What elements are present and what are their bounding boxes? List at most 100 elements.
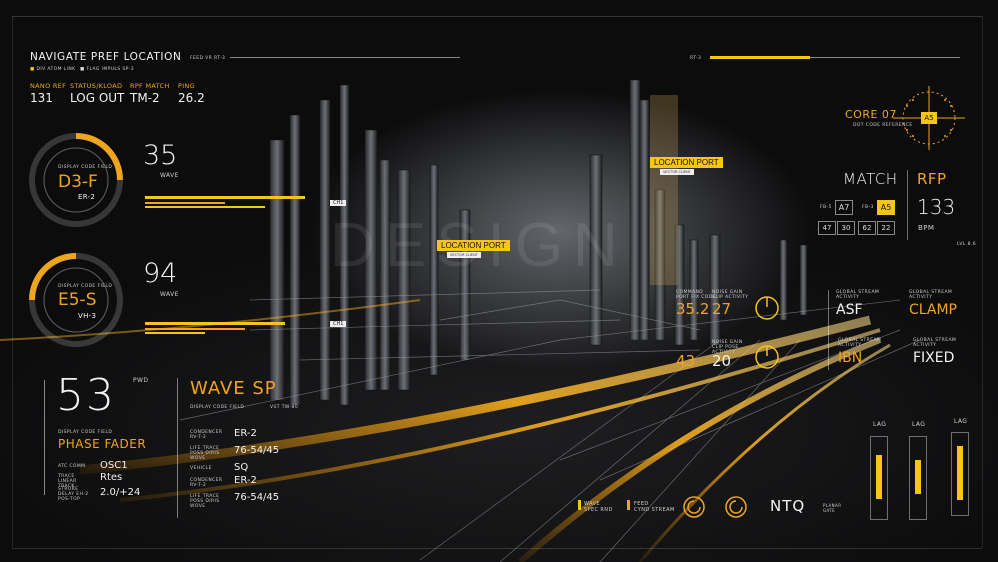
location-port-sub: VECTOR CLIENT: [447, 252, 481, 258]
match-grid-cell[interactable]: 47: [818, 221, 836, 235]
wave-sp-title: WAVE SP: [190, 378, 277, 399]
frame-right: [982, 16, 983, 548]
feed-marker: [627, 500, 630, 510]
core-label: CORE 07: [845, 108, 897, 121]
wave-key: CONDENCER RV-T-2: [190, 478, 223, 488]
gauge1-bar: [145, 196, 305, 199]
phase-field: DISPLAY CODE FIELD: [58, 430, 113, 435]
match-grid-cell[interactable]: 62: [858, 221, 876, 235]
match-label: MATCH: [843, 170, 898, 188]
stat-value: 26.2: [178, 91, 205, 105]
phase-val: OSC1: [100, 460, 128, 471]
dial-icon[interactable]: [752, 342, 782, 372]
stat-label: NANO REF: [30, 82, 67, 90]
wave-val: 76-54/45: [234, 445, 280, 456]
mid-value: 20: [712, 352, 732, 370]
frame-bottom: [12, 548, 982, 549]
match-grid-cell[interactable]: 30: [837, 221, 855, 235]
power-dial-icon[interactable]: [682, 495, 706, 519]
rt-label: RT-3: [690, 56, 702, 61]
footer-feed-sub: CYND STREAM: [634, 507, 675, 513]
footer-wave-sub: SPEC RND: [584, 507, 613, 513]
lag-label: LAG: [954, 418, 968, 425]
streams-divider: [828, 290, 829, 370]
mid-value: 43: [676, 352, 696, 370]
match-hint: LVL 8.6: [957, 242, 976, 247]
mid-label: NOISE GAIN CLIP ACTIVITY: [712, 290, 749, 300]
wave-val: 76-54/45: [234, 492, 280, 503]
phase-key: STROKE DELAY EH-2 POS-TOP: [58, 487, 89, 502]
lag-meter[interactable]: [870, 436, 888, 520]
wave-sp-vst: VST TW-80: [270, 405, 299, 410]
core-tag[interactable]: A5: [921, 112, 937, 124]
phase-title: PHASE FADER: [58, 437, 147, 451]
header-sub-2: ■ FLAG IMPULS SP-3: [80, 67, 134, 72]
phase-val: Rtes: [100, 472, 123, 483]
gauge2-bar: [145, 322, 285, 325]
gauge2-field: DISPLAY CODE FIELD: [58, 284, 113, 289]
wave-divider: [177, 378, 178, 518]
mid-label: COMMAND PORT FIX CODE: [676, 290, 716, 300]
ntq-label: NTQ: [770, 497, 806, 515]
ch-tag: CH1: [330, 200, 347, 206]
phase-value: 53: [56, 370, 116, 421]
stat-label: PING: [178, 82, 195, 90]
phase-key: ATC COMM: [58, 464, 86, 469]
bpm-value: 133: [917, 195, 956, 219]
fb-label: FB-3: [862, 205, 874, 210]
frame-left: [12, 16, 13, 548]
frame-top: [12, 16, 982, 17]
lag-level: [915, 460, 921, 494]
location-port-tag[interactable]: LOCATION PORT: [650, 157, 723, 168]
gauge1-code: D3-F: [58, 172, 98, 192]
stat-value: 131: [30, 91, 53, 105]
stream-value: CLAMP: [909, 302, 957, 318]
power-dial-icon[interactable]: [724, 495, 748, 519]
gauge2-value: 94: [143, 258, 178, 289]
header-sub-1: ■ DIV ATOM LINK: [30, 67, 76, 72]
stream-value: IBN: [838, 350, 863, 366]
wave-key: CONDENCER RV-T-2: [190, 430, 223, 440]
stat-value: TM-2: [130, 91, 160, 105]
gauge1-sub: ER-2: [78, 193, 96, 201]
wave-marker: [578, 500, 581, 510]
gauge1-bar-3: [145, 206, 265, 208]
stream-label: GLOBAL STREAM ACTIVITY: [838, 338, 882, 348]
stat-label: RPF MATCH: [130, 82, 170, 90]
match-grid-cell[interactable]: 22: [877, 221, 895, 235]
gauge1-unit: WAVE: [160, 172, 179, 179]
wave-val: ER-2: [234, 475, 257, 486]
stream-value: FIXED: [913, 350, 955, 366]
phase-unit: PWD: [133, 377, 149, 384]
gauge2-unit: WAVE: [160, 291, 179, 298]
wave-val: SQ: [234, 462, 249, 473]
dial-icon[interactable]: [752, 293, 782, 323]
stream-label: GLOBAL STREAM ACTIVITY: [913, 338, 957, 348]
wave-key: VEHICLE: [190, 466, 212, 471]
feed-line: [230, 57, 460, 58]
lag-meter[interactable]: [951, 432, 969, 516]
gauge2-sub: VH-3: [78, 312, 97, 320]
ghost-tower: [650, 95, 678, 285]
stream-label: GLOBAL STREAM ACTIVITY: [909, 290, 953, 300]
wave-key: LIFE TRACE POSS DIRIS WOVE: [190, 446, 220, 461]
lag-meter[interactable]: [909, 436, 927, 520]
location-port-tag[interactable]: LOCATION PORT: [437, 240, 510, 251]
rt-line: [810, 57, 960, 58]
gauge1-value: 35: [143, 140, 178, 171]
gauge1-bar-2: [145, 202, 225, 204]
match-box-a5[interactable]: A5: [877, 200, 895, 215]
match-box-a7[interactable]: A7: [835, 200, 853, 215]
bpm-unit: BPM: [918, 224, 935, 232]
ch-tag: CH1: [330, 321, 347, 327]
gauge2-code: E5-S: [58, 290, 97, 310]
stat-label: STATUS/KLOAD: [70, 82, 123, 90]
rfp-label: RFP: [917, 170, 947, 188]
mid-value: 35.2: [676, 300, 710, 318]
lag-level: [957, 445, 963, 501]
ntq-sub: PLANAR GATE: [823, 503, 842, 513]
stream-label: GLOBAL STREAM ACTIVITY: [836, 290, 880, 300]
gauge1-field: DISPLAY CODE FIELD: [58, 165, 113, 170]
match-divider: [907, 170, 908, 240]
stats-row: NANO REF 131 STATUS/KLOAD LOG OUT RPF MA…: [30, 82, 220, 108]
